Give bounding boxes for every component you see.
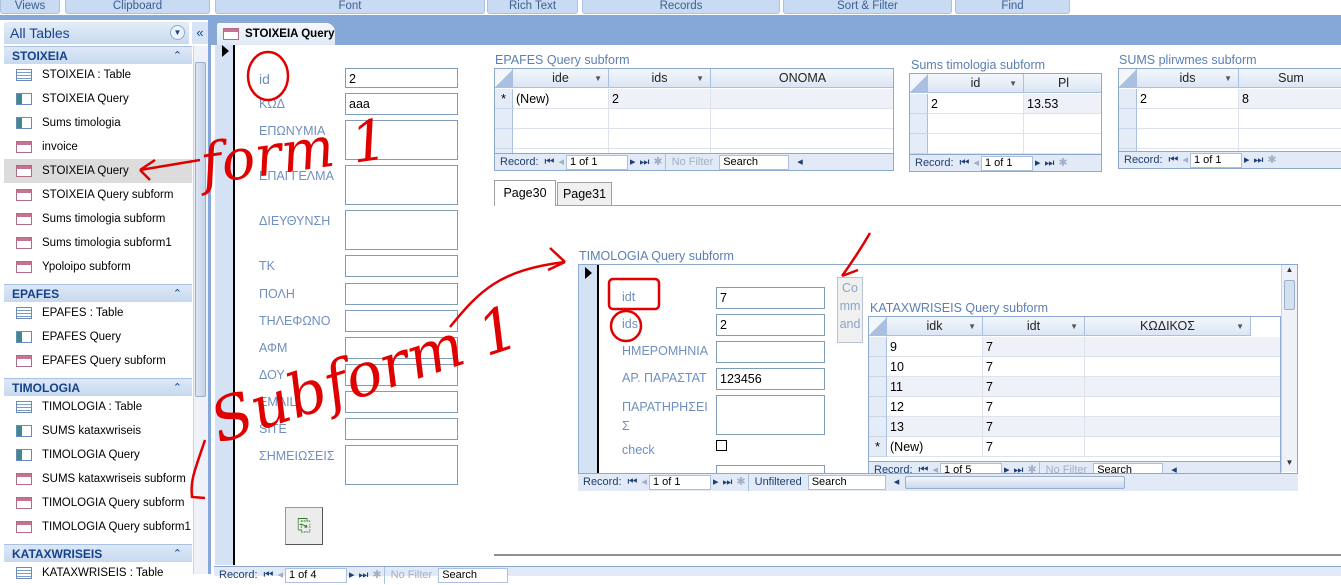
annotation-box-idt bbox=[607, 277, 661, 311]
annotation-arrow-form bbox=[139, 158, 201, 181]
tab-page30[interactable]: Page30 bbox=[494, 180, 556, 206]
annotation-circle-ids bbox=[609, 309, 643, 343]
red-annotations bbox=[139, 50, 872, 500]
annotation-arrow-command bbox=[840, 232, 872, 278]
annotation-circle-id bbox=[246, 50, 290, 102]
annotation-arrow-nav bbox=[190, 439, 207, 500]
